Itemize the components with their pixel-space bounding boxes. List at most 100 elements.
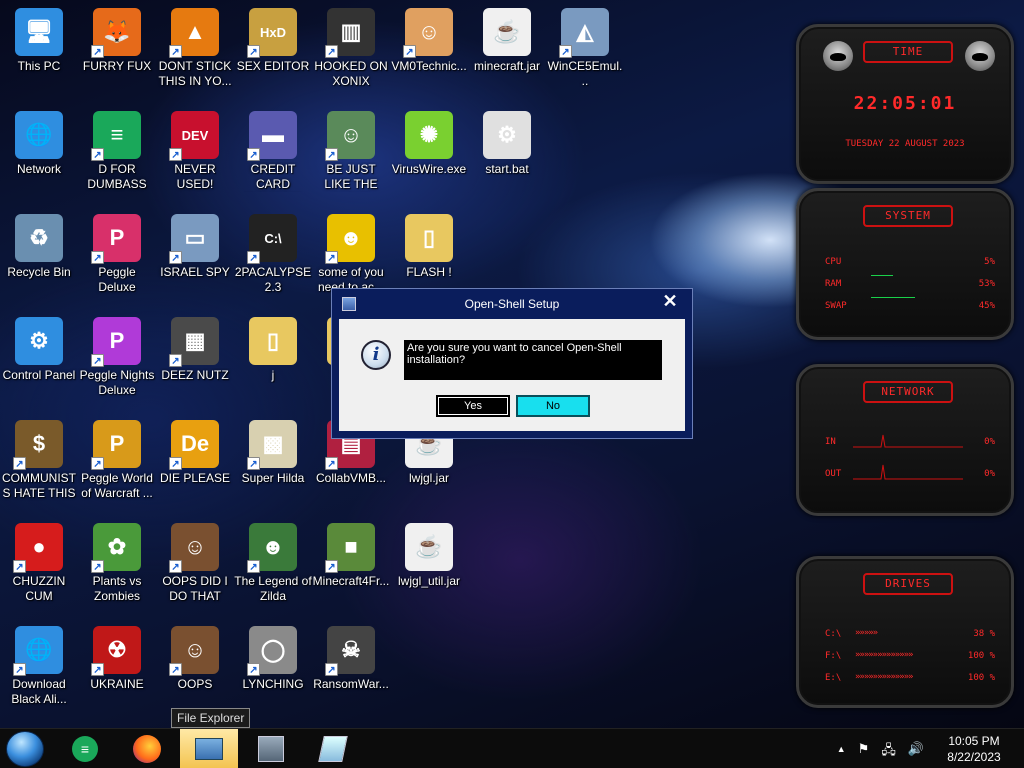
desktop-icon[interactable]: ◭ ↗ WinCE5Emul...	[546, 2, 624, 98]
desktop-icon[interactable]: ☕ minecraft.jar	[468, 2, 546, 98]
doctor-icon: ☺ ↗	[403, 8, 453, 58]
desktop-icon[interactable]: ▥ ↗ HOOKED ON XONIX	[312, 2, 390, 98]
desktop-icon-label: Peggle Deluxe	[98, 265, 136, 294]
folder-icon: ▯	[405, 214, 453, 262]
java-icon: ☕	[483, 8, 531, 56]
desktop-icon[interactable]: ☺ ↗ OOPS	[156, 620, 234, 716]
taskbar-setup-app[interactable]	[242, 729, 300, 768]
desktop-icon[interactable]: HxD ↗ SEX EDITOR	[234, 2, 312, 98]
desktop-icon[interactable]: ☢ ↗ UKRAINE	[78, 620, 156, 716]
desktop-icon[interactable]: $↗COMMUNISTS HATE THIS G...	[0, 414, 78, 510]
desktop[interactable]: 🖥 This PC 🌐 Network ♻ Recycle Bin ⚙ Control Pan…	[0, 0, 1024, 728]
monitor-icon: 🖥	[15, 8, 63, 56]
desktop-icon[interactable]: ⚙ Control Panel	[0, 311, 78, 407]
icon-glyph: De	[180, 431, 210, 456]
widget-clock: 22:05:01	[853, 93, 957, 114]
icon-glyph: ✺	[419, 122, 439, 147]
desktop-icon-label: Peggle World of Warcraft ...	[81, 471, 153, 500]
taskbar-chat-app[interactable]: ≡	[56, 729, 114, 768]
desktop-icon[interactable]: ▯ j	[234, 311, 312, 407]
desktop-icon[interactable]: 🖥 This PC	[0, 2, 78, 98]
desktop-icon[interactable]: ▲ ↗ DONT STICK THIS IN YO...	[156, 2, 234, 98]
open-shell-setup-dialog[interactable]: Open-Shell Setup ✕ i Are you sure you wa…	[331, 288, 693, 439]
desktop-icon[interactable]: ☺↗BE JUST LIKE THE DUDE!	[312, 105, 390, 201]
widget-title: TIME	[863, 41, 953, 63]
taskbar-notepad-app[interactable]	[304, 729, 362, 768]
desktop-icon[interactable]: P ↗ Peggle Nights Deluxe	[78, 311, 156, 407]
icon-glyph: ▩	[262, 431, 284, 456]
start-button[interactable]	[6, 731, 44, 767]
setup-app-icon	[258, 736, 284, 762]
taskbar-file-explorer[interactable]	[180, 729, 238, 768]
desktop-icon[interactable]: ◯ ↗ LYNCHING	[234, 620, 312, 716]
dialog-titlebar[interactable]: Open-Shell Setup ✕	[332, 289, 692, 319]
desktop-icon[interactable]: P ↗ Peggle World of Warcraft ...	[78, 414, 156, 510]
desktop-icon[interactable]: ✺ VirusWire.exe	[390, 105, 468, 201]
desktop-icon[interactable]: 🌐 Network	[0, 105, 78, 201]
shortcut-arrow-icon: ↗	[91, 45, 104, 58]
shortcut-arrow-icon: ↗	[247, 251, 260, 264]
desktop-icon[interactable]: C:\ ↗ 2PACALYPSE 2.3	[234, 208, 312, 304]
close-icon[interactable]: ✕	[658, 291, 682, 313]
yes-button[interactable]: Yes	[436, 395, 510, 417]
desktop-icon[interactable]: 🦊 ↗ FURRY FUX	[78, 2, 156, 98]
no-button[interactable]: No	[516, 395, 590, 417]
desktop-icon-label: minecraft.jar	[473, 59, 541, 73]
desktop-icon[interactable]: De ↗ DIE PLEASE	[156, 414, 234, 510]
network-widget: NETWORK IN 0% OUT 0%	[796, 364, 1014, 516]
shortcut-arrow-icon: ↗	[13, 663, 26, 676]
clock-time: 10:05 PM	[948, 734, 1000, 748]
firefox-icon: 🦊 ↗	[91, 8, 141, 58]
taskbar-firefox[interactable]	[118, 729, 176, 768]
desktop-icon[interactable]: ■ ↗ Minecraft4Fr...	[312, 517, 390, 613]
desktop-icon[interactable]: ✿ ↗ Plants vs Zombies	[78, 517, 156, 613]
row-label: CPU	[825, 257, 842, 267]
desktop-icon-label: OOPS DID I DO THAT	[162, 574, 228, 603]
volume-icon[interactable]: 🔊	[908, 741, 924, 763]
folder-icon: ▯	[249, 317, 297, 365]
icon-glyph: ☢	[107, 637, 127, 662]
icon-glyph: ◭	[576, 19, 594, 44]
taskbar-clock[interactable]: 10:05 PM 8/22/2023	[934, 733, 1014, 765]
action-center-flag-icon[interactable]: ⚑	[858, 741, 870, 763]
desktop-icon[interactable]: ▬↗CREDIT CARD CHECKER	[234, 105, 312, 201]
desktop-icon-label: CollabVMB...	[315, 471, 387, 485]
icon-glyph: P	[109, 225, 125, 250]
firefox-icon	[133, 735, 161, 763]
desktop-icon[interactable]: ☺ ↗ OOPS DID I DO THAT	[156, 517, 234, 613]
desktop-icon[interactable]: ● ↗ CHUZZIN CUM	[0, 517, 78, 613]
desktop-icon-label: The Legend of Zilda	[234, 574, 312, 603]
desktop-icon[interactable]: ▦ ↗ DEEZ NUTZ	[156, 311, 234, 407]
icon-glyph: ≡	[110, 122, 124, 147]
desktop-icon[interactable]: ▭ ↗ ISRAEL SPY	[156, 208, 234, 304]
network-tray-icon[interactable]: 🖧	[881, 741, 896, 763]
drive-c-bar: »»»»»	[855, 628, 878, 638]
row-value: 53%	[978, 279, 995, 289]
desktop-icon[interactable]: ☻ ↗ The Legend of Zilda	[234, 517, 312, 613]
peggle-icon: P ↗	[91, 317, 141, 367]
desktop-icon[interactable]: ♻ Recycle Bin	[0, 208, 78, 304]
tray-overflow-chevron-icon[interactable]: ▲	[837, 741, 846, 763]
shortcut-arrow-icon: ↗	[169, 45, 182, 58]
elf-icon: ☺ ↗	[325, 111, 375, 161]
desktop-icon[interactable]: ☕ lwjgl_util.jar	[390, 517, 468, 613]
desktop-icon[interactable]: P ↗ Peggle Deluxe	[78, 208, 156, 304]
control-panel-icon: ⚙	[15, 317, 63, 365]
desktop-icon[interactable]: ☠ ↗ RansomWar...	[312, 620, 390, 716]
desktop-icon[interactable]: ⚙ start.bat	[468, 105, 546, 201]
drive-row-c: C:\ 38 %	[825, 629, 995, 639]
desktop-icon-label: D FOR DUMBASS	[87, 162, 147, 191]
desktop-icon[interactable]: ▩ ↗ Super Hilda	[234, 414, 312, 510]
shortcut-arrow-icon: ↗	[91, 457, 104, 470]
network-globe-icon: 🌐	[15, 111, 63, 159]
desktop-icon-label: lwjgl.jar	[408, 471, 449, 485]
desktop-icon[interactable]: 🌐 ↗ Download Black Ali...	[0, 620, 78, 716]
peggle-icon: P ↗	[91, 420, 141, 470]
desktop-icon[interactable]: DEV ↗ NEVER USED!	[156, 105, 234, 201]
desktop-icon[interactable]: ≡ ↗ D FOR DUMBASS	[78, 105, 156, 201]
grass-block-icon: ■ ↗	[325, 523, 375, 573]
drive-e-bar: »»»»»»»»»»»»»	[855, 672, 913, 682]
desktop-icon[interactable]: ☺ ↗ VM0Technic...	[390, 2, 468, 98]
row-value: 5%	[984, 257, 995, 267]
row-label: E:\	[825, 673, 842, 683]
